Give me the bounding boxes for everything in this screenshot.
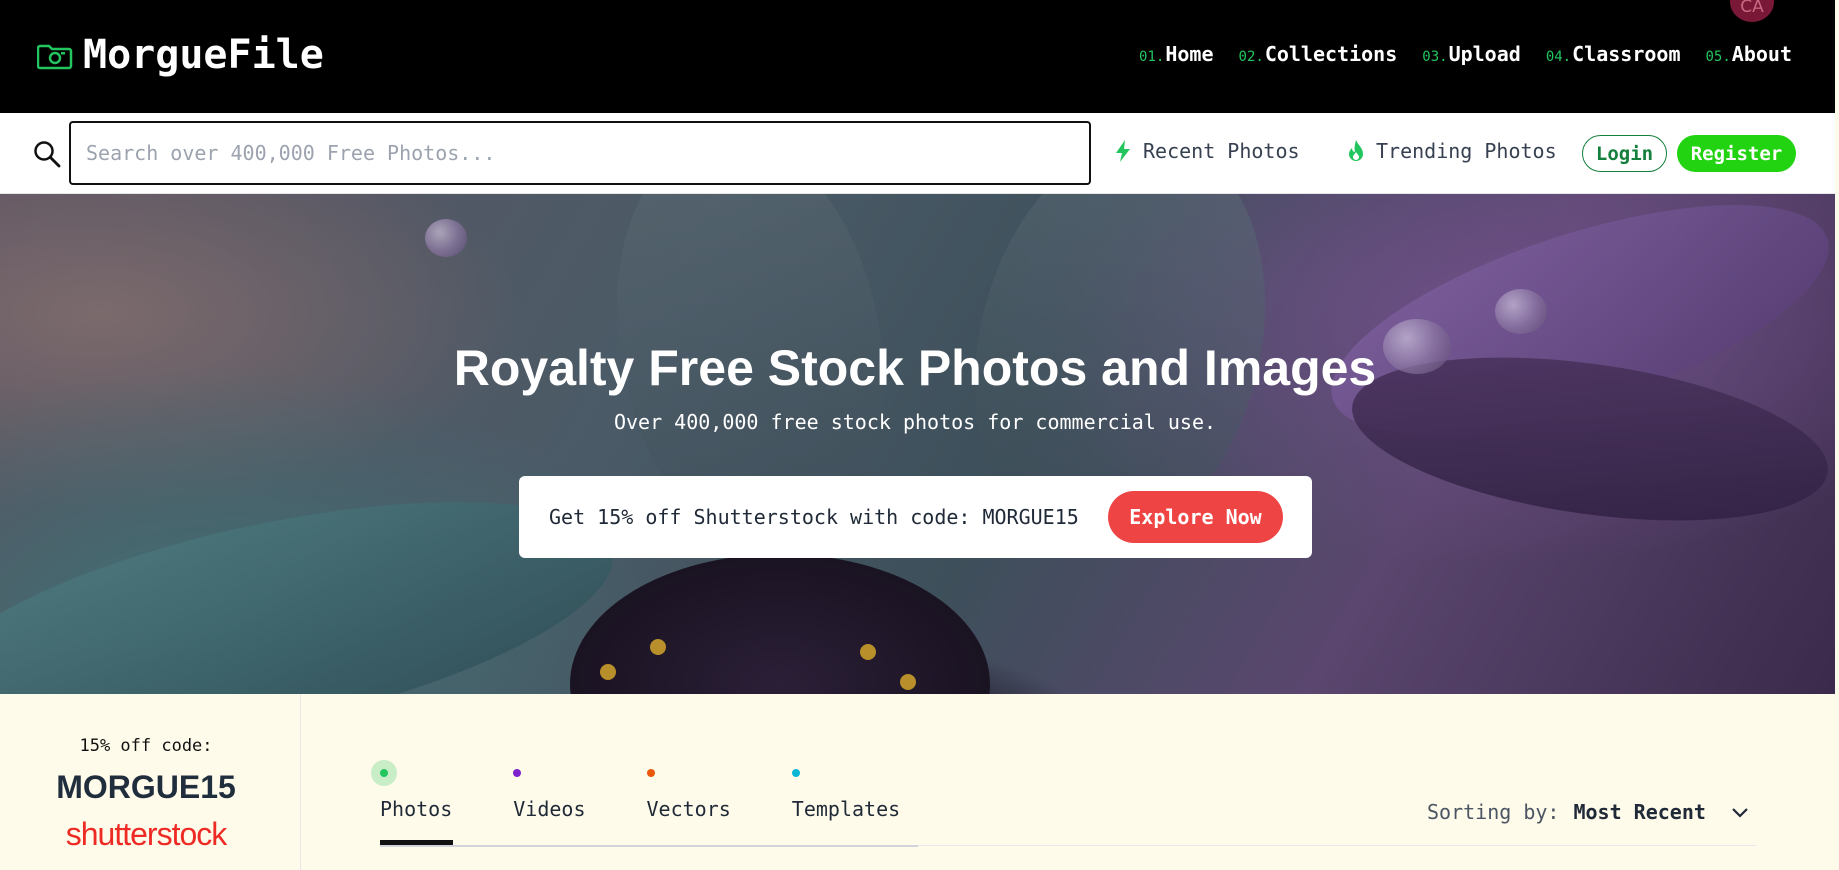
sort-divider — [918, 845, 1756, 846]
tab-label: Vectors — [646, 797, 731, 821]
lightning-icon — [1116, 140, 1130, 162]
logo[interactable]: MorgueFile — [37, 32, 324, 78]
recent-photos-link[interactable]: Recent Photos — [1113, 139, 1300, 163]
chevron-down-icon — [1732, 808, 1748, 818]
nav-label: Classroom — [1572, 42, 1681, 66]
tab-dot — [791, 769, 800, 777]
hero-banner: Royalty Free Stock Photos and Images Ove… — [0, 194, 1835, 694]
pollen-dot — [650, 639, 666, 655]
active-tab-indicator — [380, 840, 453, 845]
nav-number: 04. — [1545, 49, 1572, 65]
top-navigation-bar: MorgueFile CA 01. Home 02. Collections 0… — [0, 0, 1835, 113]
nav-item-collections[interactable]: 02. Collections — [1239, 42, 1398, 66]
sorting-value: Most Recent — [1573, 800, 1706, 824]
nav-number: 02. — [1238, 49, 1264, 65]
tab-photos[interactable]: Photos — [371, 760, 453, 821]
tab-videos[interactable]: Videos — [513, 769, 586, 821]
nav-number: 01. — [1139, 49, 1165, 65]
tab-label: Templates — [791, 797, 901, 821]
content-section: 15% off code: MORGUE15 shutterstock Phot… — [0, 694, 1835, 870]
water-drop — [425, 219, 467, 257]
promo-sidebar: 15% off code: MORGUE15 shutterstock — [0, 694, 301, 870]
discount-label: 15% off code: — [79, 736, 213, 756]
discount-code: MORGUE15 — [56, 769, 236, 805]
sorting-label: Sorting by: — [1427, 800, 1560, 824]
water-drop — [1495, 289, 1547, 334]
nav-item-upload[interactable]: 03. Upload — [1422, 42, 1521, 66]
search-input[interactable] — [69, 121, 1091, 185]
flame-icon — [1349, 140, 1363, 161]
nav-label: Collections — [1264, 42, 1398, 66]
pollen-dot — [600, 664, 616, 680]
tab-vectors[interactable]: Vectors — [646, 769, 731, 821]
promo-box: Get 15% off Shutterstock with code: MORG… — [519, 476, 1312, 558]
sorting-dropdown[interactable]: Sorting by: Most Recent — [1427, 800, 1750, 824]
tab-label: Photos — [380, 797, 453, 821]
nav-label: Home — [1165, 42, 1214, 66]
tab-dot — [513, 769, 522, 777]
trending-photos-link[interactable]: Trending Photos — [1346, 139, 1557, 163]
media-type-tabs: Photos Videos Vectors Templates — [371, 760, 961, 821]
nav-item-about[interactable]: 05. About — [1705, 42, 1792, 66]
recent-photos-label: Recent Photos — [1143, 139, 1300, 163]
tabs-divider — [380, 845, 918, 847]
hero-subtitle: Over 400,000 free stock photos for comme… — [613, 410, 1217, 434]
hero-title: Royalty Free Stock Photos and Images — [453, 340, 1377, 396]
main-nav: 01. Home 02. Collections 03. Upload 04. … — [1139, 42, 1792, 66]
pollen-dot — [860, 644, 876, 660]
login-button[interactable]: Login — [1582, 135, 1667, 172]
pollen-dot — [900, 674, 916, 690]
trending-photos-label: Trending Photos — [1376, 139, 1557, 163]
search-icon[interactable] — [33, 140, 61, 168]
search-bar: Recent Photos Trending Photos Login Regi… — [0, 113, 1835, 194]
tab-dot — [380, 769, 388, 777]
user-avatar[interactable]: CA — [1730, 0, 1774, 22]
tab-dot — [646, 769, 655, 777]
tab-templates[interactable]: Templates — [791, 769, 901, 821]
nav-number: 05. — [1705, 49, 1731, 65]
nav-item-home[interactable]: 01. Home — [1139, 42, 1213, 66]
shutterstock-logo[interactable]: shutterstock — [0, 816, 292, 853]
nav-label: About — [1731, 42, 1792, 66]
nav-label: Upload — [1448, 42, 1521, 66]
tab-label: Videos — [513, 797, 586, 821]
logo-text: MorgueFile — [83, 32, 324, 78]
register-button[interactable]: Register — [1677, 135, 1796, 172]
nav-item-classroom[interactable]: 04. Classroom — [1546, 42, 1681, 66]
flower-center — [570, 554, 990, 694]
explore-now-button[interactable]: Explore Now — [1108, 491, 1283, 543]
promo-text: Get 15% off Shutterstock with code: MORG… — [549, 505, 1079, 529]
nav-number: 03. — [1422, 49, 1448, 65]
camera-folder-icon — [37, 44, 73, 70]
